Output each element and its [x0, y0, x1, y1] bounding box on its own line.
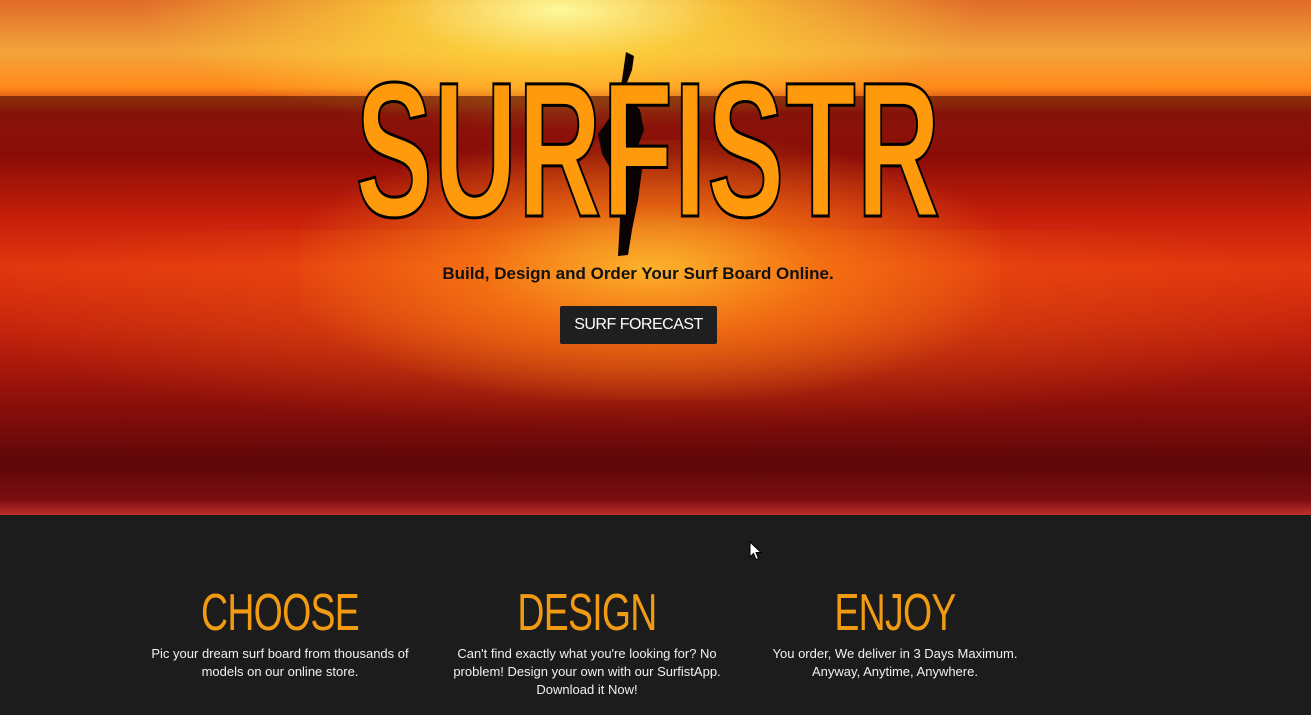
feature-title: CHOOSE [201, 584, 360, 642]
feature-design: DESIGN Can't find exactly what you're lo… [442, 585, 732, 699]
surf-forecast-button[interactable]: SURF FORECAST [560, 306, 717, 344]
feature-text: Can't find exactly what you're looking f… [453, 646, 721, 697]
hero-tagline: Build, Design and Order Your Surf Board … [442, 264, 834, 283]
feature-enjoy: ENJOY You order, We deliver in 3 Days Ma… [750, 585, 1040, 681]
feature-choose: CHOOSE Pic your dream surf board from th… [135, 585, 425, 681]
feature-title: DESIGN [517, 584, 657, 642]
brand-title: SURFISTR [355, 42, 942, 257]
feature-title: ENJOY [834, 584, 956, 642]
hero-section: SURFISTR Build, Design and Order Your Su… [0, 0, 1311, 515]
feature-text: You order, We deliver in 3 Days Maximum.… [772, 646, 1018, 679]
feature-text: Pic your dream surf board from thousands… [151, 646, 409, 679]
mouse-cursor-icon [749, 541, 763, 561]
features-section: CHOOSE Pic your dream surf board from th… [0, 515, 1311, 715]
